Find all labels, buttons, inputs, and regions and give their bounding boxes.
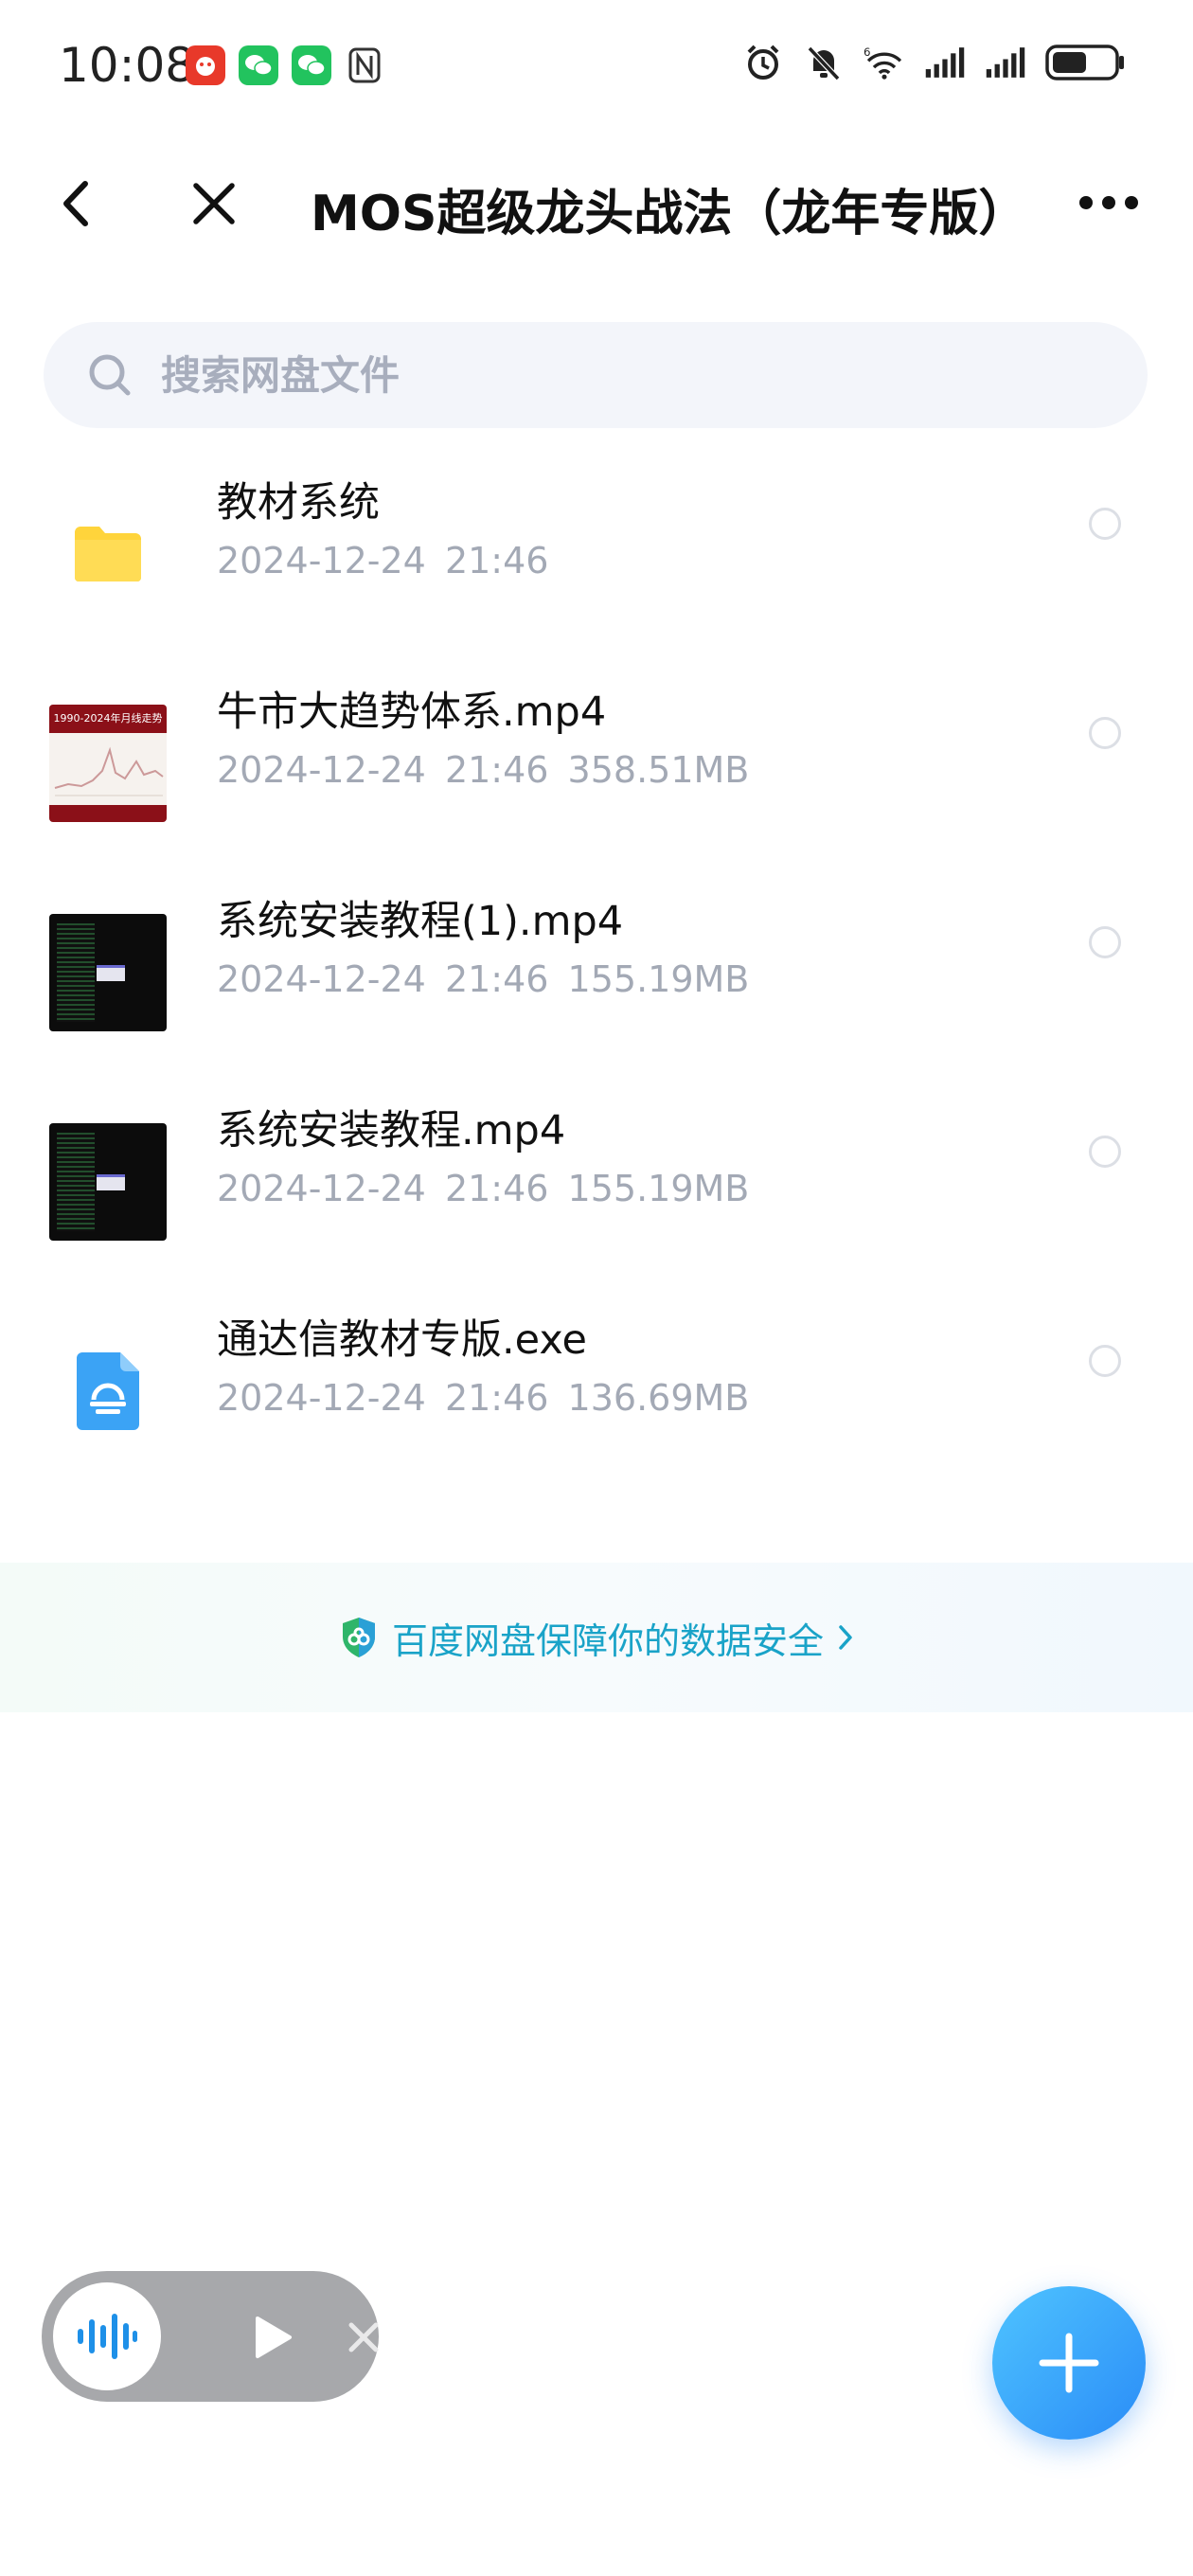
file-date: 2024-12-24: [217, 958, 426, 1000]
file-row-video[interactable]: 系统安装教程.mp4 2024-12-24 21:46 155.19MB: [0, 1081, 1193, 1290]
file-time: 21:46: [444, 1168, 549, 1209]
file-list: 教材系统 2024-12-24 21:46 1990-2024年月线走势 牛市大…: [0, 453, 1193, 1499]
select-radio[interactable]: [1089, 508, 1121, 540]
file-size: 358.51MB: [567, 749, 750, 791]
file-date: 2024-12-24: [217, 749, 426, 791]
wifi-label: 6: [864, 45, 871, 59]
close-button[interactable]: [186, 175, 242, 232]
chevron-right-icon: [839, 1625, 852, 1650]
app-notification-icon: [186, 45, 225, 85]
video-thumbnail: [49, 1123, 167, 1241]
wechat-icon: [239, 45, 278, 85]
safety-text: 百度网盘保障你的数据安全: [391, 1619, 824, 1662]
mute-bell-icon: [803, 42, 845, 83]
select-radio[interactable]: [1089, 1345, 1121, 1377]
file-meta: 2024-12-24 21:46 155.19MB: [217, 1168, 749, 1209]
cell-signal-icon: [985, 42, 1026, 83]
cell-signal-icon: [924, 42, 966, 83]
audio-wave-icon[interactable]: [53, 2282, 161, 2390]
back-button[interactable]: [49, 175, 102, 232]
status-bar: 10:08 6: [0, 0, 1193, 137]
nfc-icon: [345, 45, 384, 85]
safety-banner[interactable]: 百度网盘保障你的数据安全: [0, 1563, 1193, 1712]
close-icon: [348, 2322, 379, 2352]
select-radio[interactable]: [1089, 1136, 1121, 1168]
app-file-icon: [49, 1333, 167, 1450]
close-icon: [193, 183, 235, 224]
play-button[interactable]: [248, 2313, 297, 2362]
file-date: 2024-12-24: [217, 540, 426, 581]
file-row-app[interactable]: 通达信教材专版.exe 2024-12-24 21:46 136.69MB: [0, 1290, 1193, 1499]
video-thumbnail: 1990-2024年月线走势: [49, 705, 167, 822]
file-time: 21:46: [444, 749, 549, 791]
file-date: 2024-12-24: [217, 1168, 426, 1209]
wechat-icon: [292, 45, 331, 85]
search-input[interactable]: [159, 350, 1015, 400]
folder-icon: [49, 495, 167, 613]
file-row-video[interactable]: 1990-2024年月线走势 牛市大趋势体系.mp4 2024-12-24 21…: [0, 662, 1193, 871]
battery-fill: [1053, 52, 1086, 73]
status-app-icons: [186, 45, 384, 85]
file-name: 系统安装教程(1).mp4: [217, 898, 624, 945]
file-row-folder[interactable]: 教材系统 2024-12-24 21:46: [0, 453, 1193, 662]
file-size: 155.19MB: [567, 958, 750, 1000]
play-icon: [256, 2317, 292, 2358]
audio-mini-player[interactable]: [42, 2271, 379, 2402]
file-time: 21:46: [444, 540, 549, 581]
video-thumbnail: [49, 914, 167, 1031]
plus-icon: [1039, 2333, 1099, 2393]
search-bar[interactable]: [44, 322, 1148, 428]
search-icon: [87, 352, 133, 398]
select-radio[interactable]: [1089, 926, 1121, 958]
shield-icon: [342, 1618, 375, 1657]
file-name: 系统安装教程.mp4: [217, 1107, 566, 1154]
file-name: 通达信教材专版.exe: [217, 1316, 587, 1364]
battery-icon: [1045, 42, 1127, 83]
file-meta: 2024-12-24 21:46 358.51MB: [217, 749, 749, 791]
file-size: 136.69MB: [567, 1377, 750, 1419]
alarm-icon: [742, 42, 784, 83]
chevron-left-icon: [63, 181, 88, 226]
file-meta: 2024-12-24 21:46 136.69MB: [217, 1377, 749, 1419]
top-nav-bar: MOS超级龙头战法（龙年专版）: [0, 137, 1193, 275]
file-meta: 2024-12-24 21:46 155.19MB: [217, 958, 749, 1000]
wifi-icon: 6: [864, 42, 905, 83]
file-name: 教材系统: [217, 479, 380, 527]
more-horizontal-icon: [1079, 196, 1138, 209]
select-radio[interactable]: [1089, 717, 1121, 749]
file-name: 牛市大趋势体系.mp4: [217, 689, 607, 736]
status-time: 10:08: [59, 38, 196, 93]
file-meta: 2024-12-24 21:46: [217, 540, 548, 581]
status-system-icons: 6: [742, 42, 1127, 83]
file-size: 155.19MB: [567, 1168, 750, 1209]
audio-close-button[interactable]: [343, 2317, 384, 2358]
file-row-video[interactable]: 系统安装教程(1).mp4 2024-12-24 21:46 155.19MB: [0, 871, 1193, 1081]
more-button[interactable]: [1077, 179, 1140, 226]
page-title: MOS超级龙头战法（龙年专版）: [311, 186, 1028, 242]
file-time: 21:46: [444, 958, 549, 1000]
file-time: 21:46: [444, 1377, 549, 1419]
file-date: 2024-12-24: [217, 1377, 426, 1419]
add-button[interactable]: [992, 2286, 1146, 2440]
